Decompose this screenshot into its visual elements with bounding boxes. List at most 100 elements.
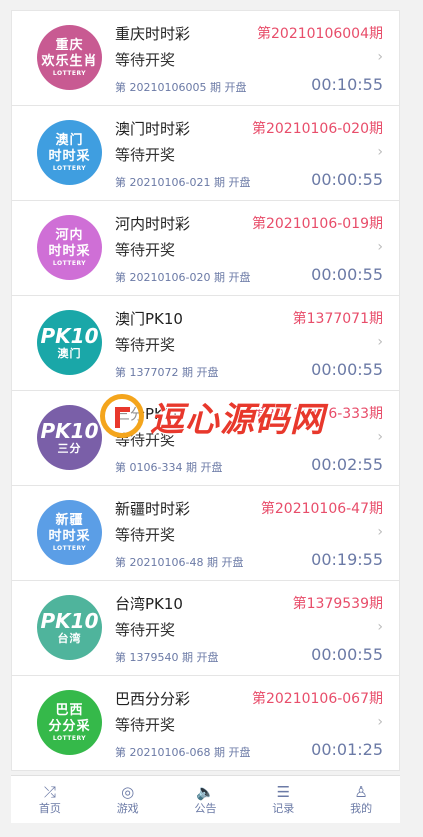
lottery-name: 河内时时彩 (115, 215, 191, 233)
current-issue: 第20210106-47期 (260, 501, 383, 517)
current-issue: 第20210106-067期 (251, 691, 383, 707)
lottery-name: 澳门时时彩 (115, 120, 191, 138)
logo-line-2: 三分 (57, 441, 82, 455)
draw-status: 等待开奖 (115, 526, 176, 544)
chevron-right-icon: › (377, 714, 383, 730)
lottery-logo-icon: 澳门 时时采 LOTTERY (37, 120, 102, 185)
logo-line-3: LOTTERY (52, 544, 87, 552)
shuffle-icon: ⤮ (43, 783, 56, 801)
current-issue: 第1379539期 (292, 596, 383, 612)
lottery-name: 台湾PK10 (115, 595, 183, 613)
chevron-right-icon: › (377, 239, 383, 255)
logo-line-2: 时时采 (48, 148, 91, 164)
next-issue: 第 20210106-068 期 开盘 (115, 746, 251, 759)
tab-label: 我的 (350, 802, 373, 815)
lottery-logo-icon: PK10 三分 (37, 405, 102, 470)
logo-line-1: PK10 (40, 418, 99, 443)
lottery-name: 巴西分分彩 (115, 690, 191, 708)
next-issue: 第 1377072 期 开盘 (115, 366, 219, 379)
draw-status: 等待开奖 (115, 336, 176, 354)
chevron-right-icon: › (377, 524, 383, 540)
current-issue: 第20210106-019期 (251, 216, 383, 232)
lottery-logo-icon: 新疆 时时采 LOTTERY (37, 500, 102, 565)
lottery-list: 重庆 欢乐生肖 LOTTERY 重庆时时彩 第20210106004期 等待开奖… (11, 10, 400, 771)
countdown-timer: 00:00:55 (311, 265, 383, 284)
draw-status: 等待开奖 (115, 431, 176, 449)
logo-line-1: PK10 (40, 608, 99, 633)
tab-shuffle[interactable]: ⤮ 首页 (11, 776, 89, 823)
lottery-name: 新疆时时彩 (115, 500, 191, 518)
next-issue: 第 20210106-48 期 开盘 (115, 556, 244, 569)
lottery-row[interactable]: PK10 三分 三分PK10 第20210106-333期 等待开奖 › 第 0… (12, 391, 399, 486)
countdown-timer: 00:00:55 (311, 360, 383, 379)
chevron-right-icon: › (377, 144, 383, 160)
current-issue: 第20210106-333期 (251, 406, 383, 422)
logo-line-3: LOTTERY (52, 734, 87, 742)
draw-status: 等待开奖 (115, 146, 176, 164)
tab-speaker[interactable]: 🔈 公告 (167, 776, 245, 823)
lottery-row[interactable]: 河内 时时采 LOTTERY 河内时时彩 第20210106-019期 等待开奖… (12, 201, 399, 296)
bottom-tab-bar: ⤮ 首页 ◎ 游戏 🔈 公告 ☰ 记录 ♙ 我的 (11, 775, 400, 823)
countdown-timer: 00:19:55 (311, 550, 383, 569)
tab-label: 公告 (194, 802, 217, 815)
tab-label: 首页 (38, 802, 61, 815)
logo-line-1: 澳门 (55, 132, 84, 148)
draw-status: 等待开奖 (115, 51, 176, 69)
lottery-row[interactable]: 澳门 时时采 LOTTERY 澳门时时彩 第20210106-020期 等待开奖… (12, 106, 399, 201)
tab-label: 记录 (272, 802, 295, 815)
logo-line-3: LOTTERY (52, 259, 87, 267)
logo-line-2: 欢乐生肖 (41, 53, 98, 69)
lottery-name: 澳门PK10 (115, 310, 183, 328)
next-issue: 第 20210106-021 期 开盘 (115, 176, 251, 189)
next-issue: 第 1379540 期 开盘 (115, 651, 219, 664)
lottery-logo-icon: 河内 时时采 LOTTERY (37, 215, 102, 280)
lottery-row[interactable]: 重庆 欢乐生肖 LOTTERY 重庆时时彩 第20210106004期 等待开奖… (12, 11, 399, 106)
countdown-timer: 00:01:25 (311, 740, 383, 759)
logo-line-3: LOTTERY (52, 69, 87, 77)
countdown-timer: 00:00:55 (311, 645, 383, 664)
user-icon: ♙ (354, 783, 368, 801)
logo-line-1: 巴西 (55, 702, 84, 718)
countdown-timer: 00:02:55 (311, 455, 383, 474)
tab-list[interactable]: ☰ 记录 (244, 776, 322, 823)
draw-status: 等待开奖 (115, 621, 176, 639)
logo-line-2: 分分采 (48, 718, 91, 734)
tab-user[interactable]: ♙ 我的 (322, 776, 400, 823)
next-issue: 第 20210106-020 期 开盘 (115, 271, 251, 284)
logo-line-3: LOTTERY (52, 164, 87, 172)
lottery-logo-icon: PK10 澳门 (37, 310, 102, 375)
chevron-right-icon: › (377, 49, 383, 65)
logo-line-2: 时时采 (48, 243, 91, 259)
draw-status: 等待开奖 (115, 241, 176, 259)
current-issue: 第20210106004期 (257, 26, 383, 42)
logo-line-2: 台湾 (57, 631, 82, 645)
tab-game[interactable]: ◎ 游戏 (89, 776, 167, 823)
current-issue: 第20210106-020期 (251, 121, 383, 137)
lottery-logo-icon: PK10 台湾 (37, 595, 102, 660)
lottery-row[interactable]: 新疆 时时采 LOTTERY 新疆时时彩 第20210106-47期 等待开奖 … (12, 486, 399, 581)
list-icon: ☰ (276, 783, 291, 801)
logo-line-1: 新疆 (55, 512, 84, 528)
lottery-logo-icon: 巴西 分分采 LOTTERY (37, 690, 102, 755)
lottery-row[interactable]: PK10 澳门 澳门PK10 第1377071期 等待开奖 › 第 137707… (12, 296, 399, 391)
chevron-right-icon: › (377, 334, 383, 350)
current-issue: 第1377071期 (292, 311, 383, 327)
logo-line-1: 河内 (55, 227, 84, 243)
tab-label: 游戏 (116, 802, 139, 815)
lottery-logo-icon: 重庆 欢乐生肖 LOTTERY (37, 25, 102, 90)
speaker-icon: 🔈 (196, 783, 215, 801)
countdown-timer: 00:00:55 (311, 170, 383, 189)
draw-status: 等待开奖 (115, 716, 176, 734)
chevron-right-icon: › (377, 619, 383, 635)
lottery-name: 三分PK10 (115, 405, 183, 423)
lottery-name: 重庆时时彩 (115, 25, 191, 43)
logo-line-2: 时时采 (48, 528, 91, 544)
lottery-row[interactable]: 巴西 分分采 LOTTERY 巴西分分彩 第20210106-067期 等待开奖… (12, 676, 399, 771)
next-issue: 第 20210106005 期 开盘 (115, 81, 247, 94)
logo-line-1: 重庆 (55, 37, 84, 53)
chevron-right-icon: › (377, 429, 383, 445)
game-icon: ◎ (121, 783, 135, 801)
countdown-timer: 00:10:55 (311, 75, 383, 94)
lottery-row[interactable]: PK10 台湾 台湾PK10 第1379539期 等待开奖 › 第 137954… (12, 581, 399, 676)
logo-line-2: 澳门 (57, 346, 82, 360)
